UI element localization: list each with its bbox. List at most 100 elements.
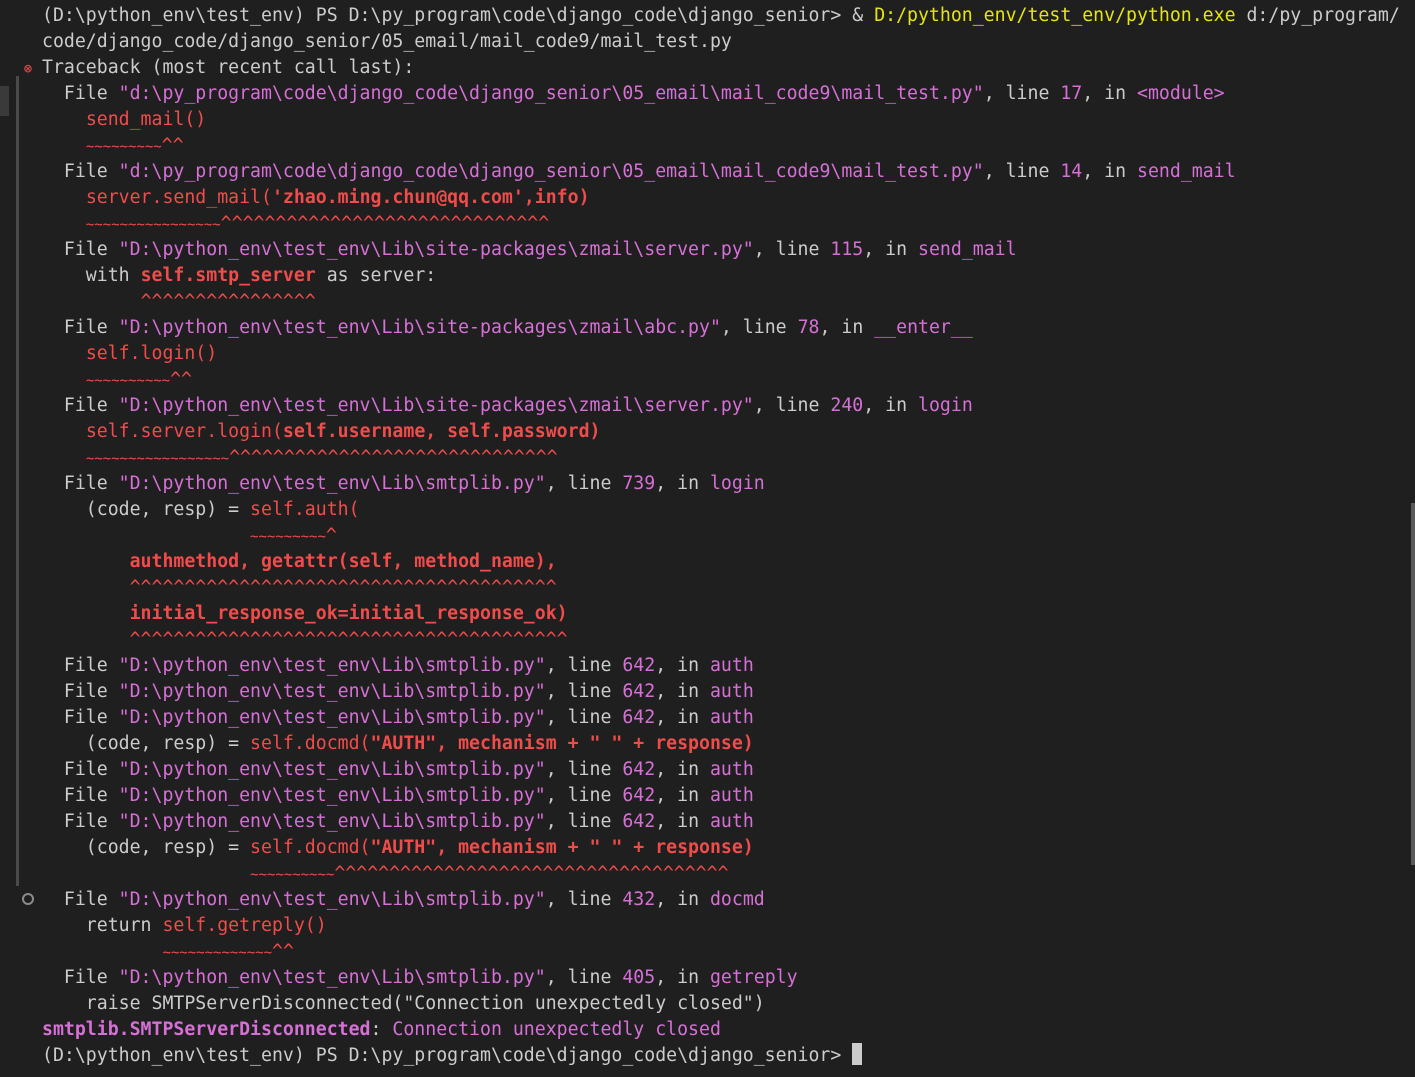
terminal-line: server.send_mail('zhao.ming.chun@qq.com'… bbox=[42, 185, 1415, 211]
terminal-text-segment: , line bbox=[545, 811, 623, 832]
terminal-text-segment: (D:\python_env\test_env) PS D:\py_progra… bbox=[42, 5, 875, 26]
terminal-line: File "D:\python_env\test_env\Lib\site-pa… bbox=[42, 237, 1415, 263]
panel-edge-indicator bbox=[0, 86, 9, 116]
terminal-text-segment: "D:\python_env\test_env\Lib\smtplib.py" bbox=[118, 967, 546, 988]
terminal-text-segment: (D:\python_env\test_env) PS D:\py_progra… bbox=[42, 1045, 853, 1066]
terminal-text-segment: , in bbox=[655, 759, 710, 780]
terminal-text-segment: File bbox=[42, 317, 119, 338]
terminal-line: ~~~~~~~~~~~~~^^ bbox=[42, 939, 1415, 965]
terminal-text-segment: getreply bbox=[709, 967, 798, 988]
terminal-text-segment: , line bbox=[545, 889, 623, 910]
terminal-text-segment: , in bbox=[819, 317, 875, 338]
terminal-text-segment: <module> bbox=[1137, 83, 1225, 104]
terminal-text-segment: 78 bbox=[797, 317, 820, 338]
terminal-text-segment: ^ bbox=[325, 525, 337, 546]
text-cursor[interactable] bbox=[852, 1043, 863, 1065]
terminal-line: authmethod, getattr(self, method_name), bbox=[42, 549, 1415, 575]
terminal-text-segment: , in bbox=[655, 473, 710, 494]
terminal-text-segment: "D:\python_env\test_env\Lib\site-package… bbox=[118, 395, 754, 416]
terminal-text-segment: ~~~~~~~~~~ bbox=[85, 373, 171, 389]
terminal-text-segment: , line bbox=[720, 317, 798, 338]
terminal-text-segment: ^^^^^^^^^^^^^^^^^^^^^^^^^^^^^^ bbox=[229, 447, 558, 468]
terminal-text-segment: send_mail bbox=[918, 239, 1017, 260]
terminal-text-segment: , line bbox=[753, 239, 831, 260]
terminal-text-segment: raise SMTPServerDisconnected("Connection… bbox=[42, 993, 765, 1014]
terminal-text-segment: as server: bbox=[315, 265, 437, 286]
terminal-text-segment: ^^ bbox=[272, 941, 294, 962]
terminal-line: File "D:\python_env\test_env\Lib\smtplib… bbox=[42, 887, 1415, 913]
terminal-text-segment: 432 bbox=[622, 889, 656, 910]
terminal-text-segment: "D:\python_env\test_env\Lib\smtplib.py" bbox=[118, 759, 546, 780]
terminal-text-segment: File bbox=[42, 759, 119, 780]
terminal-text-segment: self.getreply() bbox=[162, 915, 327, 936]
terminal-text-segment: 405 bbox=[622, 967, 656, 988]
terminal-line: ~~~~~~~~~~^^ bbox=[42, 367, 1415, 393]
terminal-text-segment: , in bbox=[655, 681, 710, 702]
terminal-text-segment: 'zhao.ming.chun@qq.com',info) bbox=[271, 187, 590, 208]
terminal-line: File "d:\py_program\code\django_code\dja… bbox=[42, 159, 1415, 185]
terminal-text-segment: "D:\python_env\test_env\Lib\smtplib.py" bbox=[118, 681, 546, 702]
terminal-text-segment: auth bbox=[709, 811, 754, 832]
terminal-line: File "D:\python_env\test_env\Lib\smtplib… bbox=[42, 705, 1415, 731]
terminal-text-segment: File bbox=[42, 239, 119, 260]
terminal-text-segment: smtplib.SMTPServerDisconnected bbox=[42, 1019, 371, 1040]
scrollbar-thumb[interactable] bbox=[1411, 503, 1415, 865]
terminal-text-segment: self.login() bbox=[85, 343, 218, 364]
terminal-text-segment: ~~~~~~~~~~ bbox=[250, 867, 335, 883]
terminal-text-segment: 17 bbox=[1060, 83, 1083, 104]
terminal-text-segment: auth bbox=[709, 707, 754, 728]
terminal-text-segment: ~~~~~~~~~~~~~~~~ bbox=[85, 217, 221, 233]
terminal-line: self.server.login(self.username, self.pa… bbox=[42, 419, 1415, 445]
terminal-line: File "D:\python_env\test_env\Lib\smtplib… bbox=[42, 679, 1415, 705]
terminal-text-segment: File bbox=[42, 655, 119, 676]
terminal-text-segment: ^^^^^^^^^^^^^^^^^^^^^^^^^^^^^^^^^^^^^^^^ bbox=[129, 629, 568, 650]
terminal-line: File "D:\python_env\test_env\Lib\site-pa… bbox=[42, 315, 1415, 341]
error-circle-icon[interactable]: ⊗ bbox=[20, 61, 36, 77]
terminal-text-segment: , line bbox=[983, 161, 1061, 182]
terminal-text-segment: ^^^^^^^^^^^^^^^^^^^^^^^^^^^^^^^^^^^^^^^ bbox=[129, 577, 557, 598]
terminal-text-segment: auth bbox=[709, 759, 754, 780]
terminal-line: ~~~~~~~~~^ bbox=[42, 523, 1415, 549]
terminal-text-segment: D:/python_env/test_env/python.exe bbox=[874, 5, 1236, 26]
terminal-text-segment: self.docmd( bbox=[250, 837, 371, 858]
terminal-text-segment: , line bbox=[545, 785, 623, 806]
terminal-line: smtplib.SMTPServerDisconnected: Connecti… bbox=[42, 1017, 1415, 1043]
terminal-text-segment: login bbox=[918, 395, 973, 416]
terminal-line: File "D:\python_env\test_env\Lib\site-pa… bbox=[42, 393, 1415, 419]
terminal-text-segment: , line bbox=[545, 473, 623, 494]
terminal-text-segment: , in bbox=[863, 239, 919, 260]
terminal-line: (D:\python_env\test_env) PS D:\py_progra… bbox=[42, 1043, 1415, 1069]
terminal-text-segment: Traceback (most recent call last): bbox=[42, 57, 415, 78]
terminal-line: File "D:\python_env\test_env\Lib\smtplib… bbox=[42, 471, 1415, 497]
terminal-text-segment: , in bbox=[655, 707, 710, 728]
terminal-text-segment: File bbox=[42, 161, 119, 182]
terminal-text-segment: 739 bbox=[622, 473, 656, 494]
terminal-text-segment: 642 bbox=[622, 681, 656, 702]
terminal-text-segment: 642 bbox=[622, 655, 656, 676]
terminal-text-segment: send_mail() bbox=[85, 109, 207, 130]
terminal-line: File "D:\python_env\test_env\Lib\smtplib… bbox=[42, 757, 1415, 783]
terminal-text-segment: "AUTH", mechanism + " " + response) bbox=[370, 733, 754, 754]
terminal-text-segment: , in bbox=[655, 889, 710, 910]
terminal-text-segment: return bbox=[42, 915, 163, 936]
terminal-line: (code, resp) = self.docmd("AUTH", mechan… bbox=[42, 731, 1415, 757]
terminal-line: code/django_code/django_senior/05_email/… bbox=[42, 29, 1415, 55]
terminal-text-segment: , line bbox=[545, 707, 623, 728]
terminal-line: ~~~~~~~~~^^ bbox=[42, 133, 1415, 159]
terminal-line: ~~~~~~~~~~^^^^^^^^^^^^^^^^^^^^^^^^^^^^^^… bbox=[42, 861, 1415, 887]
terminal-text-segment: File bbox=[42, 889, 119, 910]
terminal-text-segment: ~~~~~~~~~ bbox=[250, 529, 326, 545]
terminal-text-segment: "D:\python_env\test_env\Lib\smtplib.py" bbox=[118, 655, 546, 676]
terminal-line: File "D:\python_env\test_env\Lib\smtplib… bbox=[42, 809, 1415, 835]
terminal-text-segment: , in bbox=[655, 655, 710, 676]
terminal-text-segment: , in bbox=[1082, 161, 1138, 182]
terminal-panel[interactable]: ⊗ (D:\python_env\test_env) PS D:\py_prog… bbox=[0, 0, 1415, 1077]
